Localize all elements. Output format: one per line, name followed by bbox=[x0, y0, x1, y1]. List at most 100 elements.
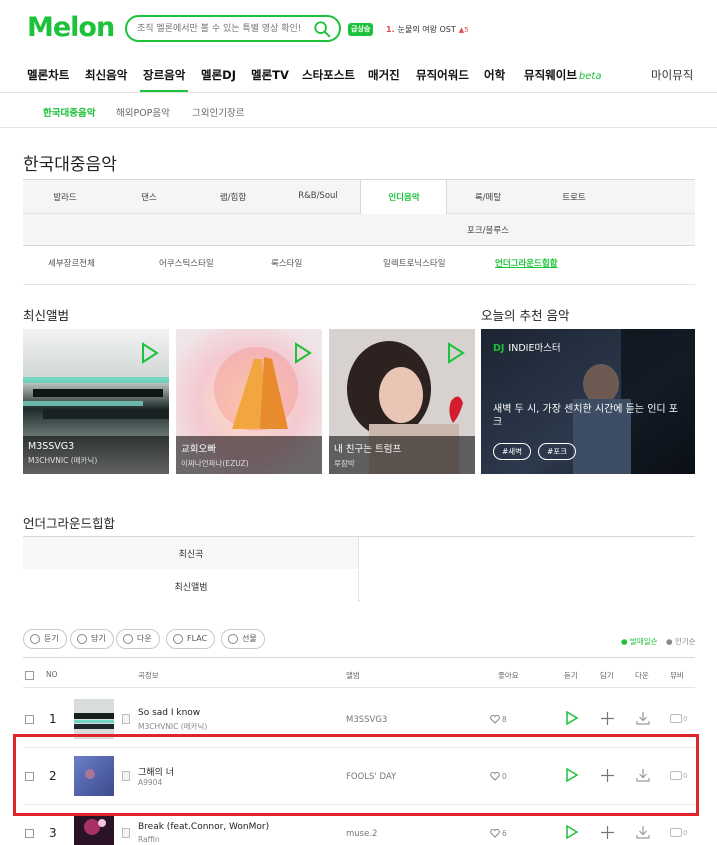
search-box[interactable] bbox=[125, 15, 341, 42]
add-label: 담기 bbox=[91, 634, 106, 643]
download-icon[interactable] bbox=[636, 825, 650, 839]
album-card[interactable]: 내 친구는 트럼프루잠박 bbox=[329, 329, 475, 474]
subnav-korean[interactable]: 한국대중음악 bbox=[43, 105, 95, 119]
heart-icon[interactable] bbox=[490, 829, 500, 838]
select-all-checkbox[interactable] bbox=[25, 671, 34, 680]
album-artist[interactable]: M3CHVNIC (메카닉) bbox=[28, 455, 164, 466]
genre-ballad[interactable]: 발라드 bbox=[23, 191, 107, 203]
play-overlay-icon[interactable] bbox=[137, 341, 161, 365]
album-card[interactable]: M3SSVG3 M3CHVNIC (메카닉) bbox=[23, 329, 169, 474]
nav-musicwave[interactable]: 뮤직웨이브 beta bbox=[524, 67, 601, 83]
nav-chart[interactable]: 멜론차트 bbox=[27, 67, 69, 83]
nav-tv[interactable]: 멜론TV bbox=[251, 67, 289, 83]
genre-rnb[interactable]: R&B/Soul bbox=[276, 191, 360, 201]
song-info-icon[interactable] bbox=[122, 828, 130, 838]
subgenre-rock[interactable]: 록스타일 bbox=[271, 257, 302, 269]
tab-latest-albums[interactable]: 최신앨범 bbox=[23, 570, 359, 602]
album-title[interactable]: M3SSVG3 bbox=[28, 441, 164, 452]
th-mv: 뮤비 bbox=[670, 671, 684, 680]
play-overlay-icon[interactable] bbox=[443, 341, 467, 365]
dj-label[interactable]: DJ INDIE마스터 bbox=[493, 340, 561, 354]
download-button[interactable]: 다운 bbox=[116, 629, 160, 649]
realtime-keyword[interactable]: 1. 눈물의 여왕 OST ▲5 bbox=[386, 24, 469, 35]
gift-label: 선물 bbox=[242, 634, 257, 643]
play-overlay-icon[interactable] bbox=[290, 341, 314, 365]
tab-latest-songs-label: 최신곡 bbox=[178, 550, 204, 560]
song-title[interactable]: Break (feat.Connor, WonMor) bbox=[138, 822, 269, 832]
play-icon[interactable] bbox=[565, 711, 579, 725]
album-title[interactable]: 교회오빠 bbox=[181, 441, 317, 455]
add-icon[interactable] bbox=[601, 826, 614, 839]
th-add: 담기 bbox=[600, 671, 614, 680]
add-button[interactable]: 담기 bbox=[70, 629, 114, 649]
sort-popular[interactable]: ● 인기순 bbox=[666, 636, 696, 647]
row-rank: 1 bbox=[49, 712, 57, 726]
subnav-pop[interactable]: 해외POP음악 bbox=[116, 105, 170, 119]
listen-button[interactable]: 듣기 bbox=[23, 629, 67, 649]
album-artist[interactable]: 이짜나언짜나(EZUZ) bbox=[181, 458, 317, 469]
genre-rock[interactable]: 록/메탈 bbox=[446, 191, 530, 203]
row-checkbox[interactable] bbox=[25, 829, 34, 838]
song-info-icon[interactable] bbox=[122, 714, 130, 724]
nav-my-music[interactable]: 마이뮤직 bbox=[651, 67, 693, 83]
listen-label: 듣기 bbox=[44, 634, 59, 643]
song-album[interactable]: muse.2 bbox=[346, 829, 377, 839]
nav-awards[interactable]: 뮤직어워드 bbox=[416, 67, 469, 83]
subgenre-acoustic[interactable]: 어쿠스틱스타일 bbox=[159, 257, 214, 269]
mv-icon[interactable] bbox=[670, 828, 682, 837]
song-artist[interactable]: Raffin bbox=[138, 835, 160, 844]
nav-language[interactable]: 어학 bbox=[484, 67, 505, 83]
tab-latest-songs[interactable]: 최신곡 bbox=[23, 537, 359, 569]
genre-dance[interactable]: 댄스 bbox=[107, 191, 191, 203]
nav-dj[interactable]: 멜론DJ bbox=[201, 67, 236, 83]
gift-button[interactable]: 선물 bbox=[221, 629, 265, 649]
album-card[interactable]: 교회오빠이짜나언짜나(EZUZ) bbox=[176, 329, 322, 474]
mv-icon[interactable] bbox=[670, 714, 682, 723]
album-artist[interactable]: 루잠박 bbox=[334, 458, 470, 469]
tag-folk[interactable]: #포크 bbox=[538, 443, 577, 460]
genre-trot[interactable]: 트로트 bbox=[532, 191, 616, 203]
recommend-headline[interactable]: 새벽 두 시, 가장 센치한 시간에 듣는 인디 포크 bbox=[493, 403, 683, 429]
download-icon[interactable] bbox=[636, 711, 650, 725]
subgenre-underground-hiphop[interactable]: 언더그라운드힙합 bbox=[495, 257, 558, 269]
row-rank: 3 bbox=[49, 826, 57, 840]
row-thumbnail[interactable] bbox=[74, 699, 114, 739]
tag-dawn[interactable]: #새벽 bbox=[493, 443, 532, 460]
beta-label: beta bbox=[578, 71, 602, 82]
genre-folk[interactable]: 포크/블루스 bbox=[446, 224, 530, 236]
add-icon[interactable] bbox=[601, 712, 614, 725]
play-icon[interactable] bbox=[565, 825, 579, 839]
subnav-others[interactable]: 그외인기장르 bbox=[192, 105, 244, 119]
mv-count: 0 bbox=[683, 715, 688, 723]
table-top-border bbox=[23, 657, 695, 658]
th-download: 다운 bbox=[635, 671, 649, 680]
row-thumbnail[interactable] bbox=[74, 813, 114, 845]
song-artist[interactable]: M3CHVNIC (메카닉) bbox=[138, 721, 207, 732]
genre-grid: 발라드 댄스 랩/힙합 R&B/Soul 인디음악 록/메탈 트로트 포크/블루… bbox=[23, 179, 695, 246]
nav-latest[interactable]: 최신음악 bbox=[85, 67, 127, 83]
recommend-card[interactable]: DJ INDIE마스터 새벽 두 시, 가장 센치한 시간에 듣는 인디 포크 #… bbox=[481, 329, 695, 474]
flac-label: FLAC bbox=[187, 634, 208, 643]
search-input[interactable] bbox=[137, 21, 307, 37]
sort-release[interactable]: ● 발매일순 bbox=[621, 636, 658, 647]
song-album[interactable]: M3SSVG3 bbox=[346, 715, 387, 725]
nav-musicwave-label: 뮤직웨이브 bbox=[524, 68, 577, 82]
song-title[interactable]: So sad I know bbox=[138, 708, 200, 718]
realtime-rank: 1. bbox=[386, 25, 395, 34]
melon-logo[interactable]: Melon bbox=[27, 12, 115, 43]
genre-hiphop[interactable]: 랩/힙합 bbox=[191, 191, 275, 203]
row-checkbox[interactable] bbox=[25, 715, 34, 724]
subgenre-electronic[interactable]: 일렉트로닉스타일 bbox=[383, 257, 446, 269]
sub-nav: 한국대중음악 해외POP음악 그외인기장르 bbox=[0, 94, 717, 128]
genre-indie[interactable]: 인디음악 bbox=[362, 191, 446, 203]
heart-icon[interactable] bbox=[490, 715, 500, 724]
search-icon[interactable] bbox=[313, 20, 331, 38]
section-title: 언더그라운드힙합 bbox=[23, 516, 116, 531]
subgenre-all[interactable]: 세부장르전체 bbox=[48, 257, 95, 269]
album-title[interactable]: 내 친구는 트럼프 bbox=[334, 441, 470, 455]
realtime-title: 눈물의 여왕 OST bbox=[397, 25, 456, 34]
flac-button[interactable]: FLAC bbox=[166, 629, 216, 649]
nav-starpost[interactable]: 스타포스트 bbox=[302, 67, 355, 83]
nav-magazine[interactable]: 매거진 bbox=[368, 67, 400, 83]
nav-genre[interactable]: 장르음악 bbox=[139, 67, 189, 92]
